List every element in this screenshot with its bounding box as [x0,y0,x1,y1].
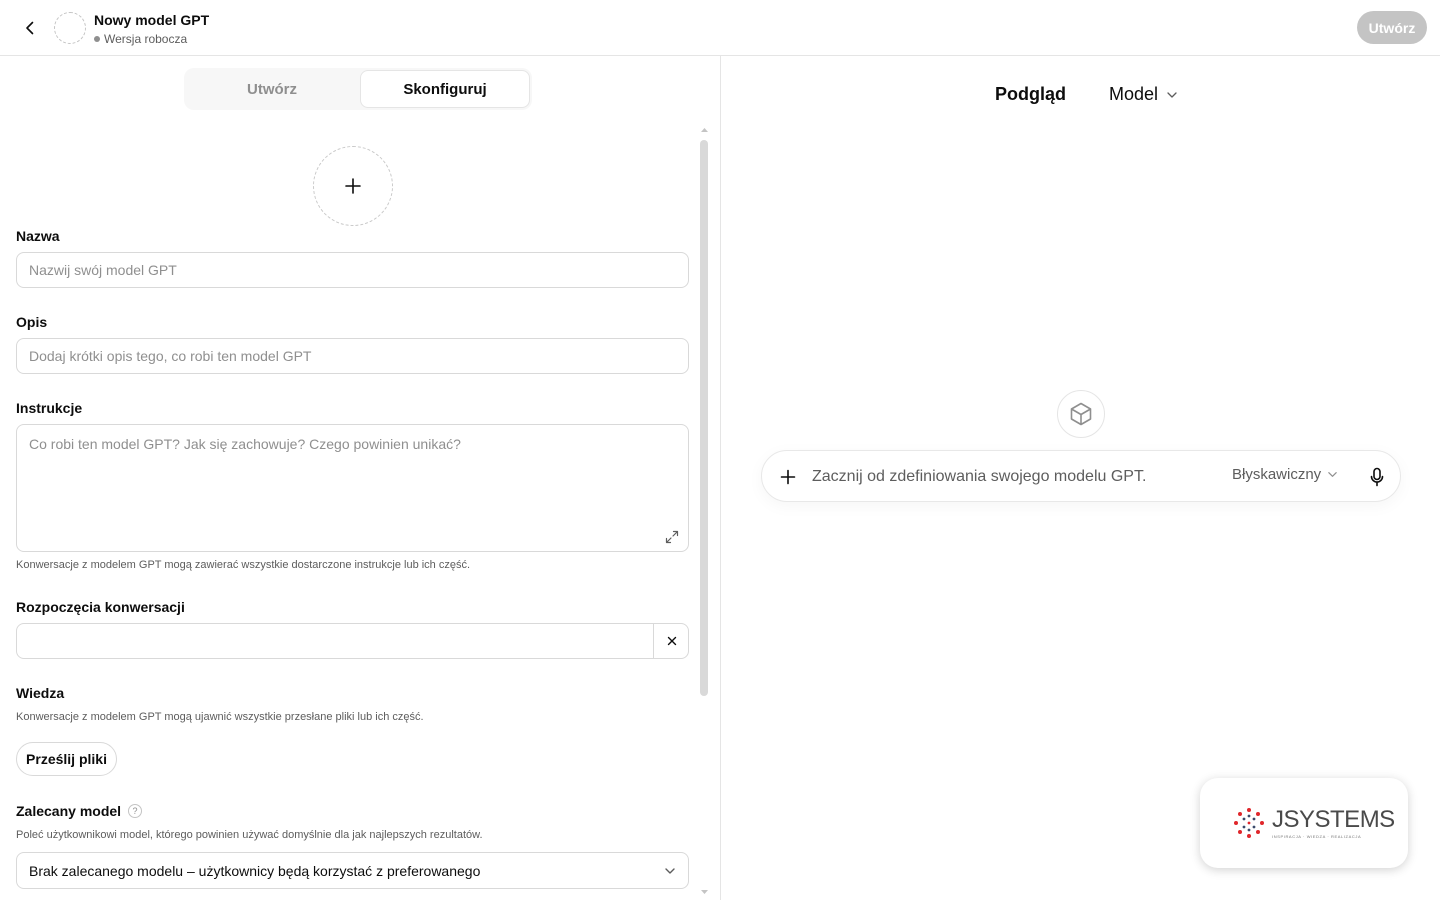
model-select-label: Model [1109,84,1159,104]
recommended-model-select[interactable]: Brak zalecanego modelu – użytkownicy będ… [16,852,689,889]
instructions-label: Instrukcje [16,400,83,416]
chevron-down-icon [1167,91,1177,98]
tab-create[interactable]: Utwórz [186,70,358,108]
conversation-starters-label: Rozpoczęcia konwersacji [16,599,185,615]
plus-icon [345,178,361,194]
description-input[interactable] [16,338,689,374]
gpt-image-upload[interactable] [313,146,393,226]
instructions-hint: Konwersacje z modelem GPT mogą zawierać … [16,559,471,571]
instructions-textarea[interactable] [16,424,689,552]
scroll-down-arrow-icon[interactable] [700,888,709,896]
microphone-icon [1370,467,1384,487]
attach-button[interactable] [776,465,800,489]
gpt-title: Nowy model GPT [94,12,210,28]
name-label: Nazwa [16,228,60,244]
speed-mode-select[interactable]: Błyskawiczny [1232,466,1338,483]
plus-icon [780,469,796,485]
logo-main-text: JSYSTEMS [1272,805,1395,833]
draft-status: Wersja robocza [94,32,187,46]
preview-composer: Błyskawiczny [761,450,1401,502]
configure-panel: Utwórz Skonfiguruj Nazwa Opis Instrukcje… [0,56,720,900]
jsystems-logo-card: JSYSTEMS INSPIRACJA · WIEDZA · REALIZACJ… [1200,778,1408,868]
tab-configure[interactable]: Skonfiguruj [360,70,530,108]
recommended-model-hint: Poleć użytkownikowi model, którego powin… [16,829,483,841]
scrollbar-thumb[interactable] [700,140,708,696]
chevron-left-icon [26,21,34,35]
preview-panel: Podgląd Model Błyskawiczny [721,56,1440,900]
gpt-avatar-placeholder [54,12,86,44]
create-button[interactable]: Utwórz [1357,11,1427,44]
close-icon [667,636,677,646]
knowledge-label: Wiedza [16,685,65,701]
upload-files-button[interactable]: Prześlij pliki [16,742,117,776]
chevron-down-icon [665,868,675,874]
conversation-starter-input[interactable] [17,624,654,658]
status-dot-icon [94,36,100,42]
conversation-starter-row [16,623,689,659]
preview-message-input[interactable] [812,463,1212,491]
mode-tabs: Utwórz Skonfiguruj [184,68,532,110]
help-icon[interactable]: ? [128,804,142,818]
recommended-model-value: Brak zalecanego modelu – użytkownicy będ… [29,862,481,879]
cube-icon [1070,402,1092,426]
chevron-down-icon [1328,472,1337,477]
preview-title: Podgląd [995,84,1066,104]
name-input[interactable] [16,252,689,288]
remove-starter-button[interactable] [655,624,689,658]
description-label: Opis [16,314,48,330]
gpt-placeholder-avatar [1057,390,1105,438]
knowledge-hint: Konwersacje z modelem GPT mogą ujawnić w… [16,711,424,723]
recommended-model-label: Zalecany model [16,803,122,819]
speed-mode-label: Błyskawiczny [1232,466,1322,483]
microphone-button[interactable] [1366,465,1388,489]
logo-tagline: INSPIRACJA · WIEDZA · REALIZACJA [1272,833,1362,839]
expand-icon[interactable] [665,530,679,544]
jsystems-logo-mark [1234,808,1264,838]
model-select[interactable]: Model [1109,84,1178,105]
jsystems-wordmark: JSYSTEMS INSPIRACJA · WIEDZA · REALIZACJ… [1272,805,1395,839]
scroll-up-arrow-icon[interactable] [700,126,709,134]
top-bar: Nowy model GPT Wersja robocza Utwórz [0,0,1440,56]
draft-status-label: Wersja robocza [104,32,188,46]
back-button[interactable] [18,16,42,40]
